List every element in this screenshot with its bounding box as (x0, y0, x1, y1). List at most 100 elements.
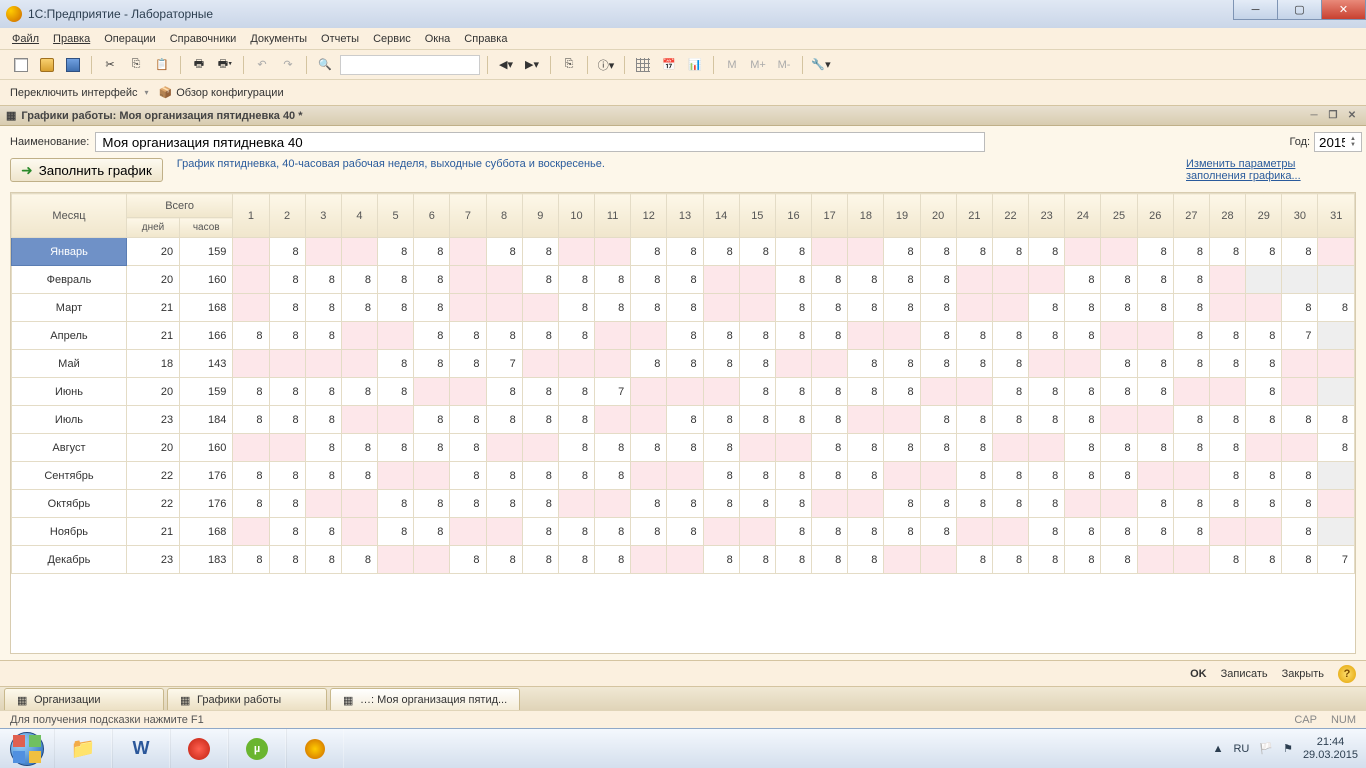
day-cell[interactable]: 8 (1282, 490, 1318, 518)
day-cell[interactable] (848, 322, 884, 350)
clock[interactable]: 21:44 29.03.2015 (1303, 736, 1358, 762)
day-cell[interactable]: 8 (1137, 490, 1173, 518)
day-cell[interactable] (992, 266, 1028, 294)
day-cell[interactable]: 8 (1173, 434, 1209, 462)
day-cell[interactable]: 8 (1101, 518, 1137, 546)
day-cell[interactable] (414, 546, 450, 574)
day-cell[interactable]: 8 (1173, 490, 1209, 518)
task-utorrent[interactable]: µ (228, 729, 286, 768)
day-cell[interactable]: 8 (522, 518, 558, 546)
day-cell[interactable]: 8 (595, 518, 631, 546)
day-cell[interactable]: 8 (1282, 294, 1318, 322)
day-cell[interactable]: 8 (739, 546, 775, 574)
day-cell[interactable] (305, 490, 341, 518)
day-cell[interactable]: 8 (522, 490, 558, 518)
calendar-table[interactable]: Месяц Всего 1234567891011121314151617181… (11, 193, 1355, 574)
day-cell[interactable]: 8 (558, 546, 594, 574)
day-cell[interactable] (1318, 490, 1355, 518)
day-cell[interactable] (558, 490, 594, 518)
day-cell[interactable] (450, 378, 486, 406)
day-cell[interactable] (1209, 266, 1245, 294)
day-cell[interactable] (595, 322, 631, 350)
day-cell[interactable]: 8 (341, 546, 377, 574)
day-cell[interactable]: 8 (558, 434, 594, 462)
day-cell[interactable] (631, 322, 667, 350)
day-cell[interactable]: 8 (1101, 266, 1137, 294)
day-cell[interactable]: 8 (992, 322, 1028, 350)
day-cell[interactable]: 8 (631, 294, 667, 322)
day-cell[interactable]: 8 (848, 434, 884, 462)
day-cell[interactable] (522, 350, 558, 378)
day-cell[interactable]: 8 (848, 518, 884, 546)
day-cell[interactable]: 8 (956, 238, 992, 266)
day-cell[interactable]: 8 (848, 294, 884, 322)
day-cell[interactable]: 8 (631, 266, 667, 294)
day-cell[interactable] (992, 434, 1028, 462)
day-cell[interactable] (1029, 350, 1065, 378)
day-cell[interactable] (739, 518, 775, 546)
day-cell[interactable] (305, 238, 341, 266)
day-cell[interactable] (1101, 322, 1137, 350)
day-cell[interactable]: 8 (233, 406, 269, 434)
day-cell[interactable]: 8 (414, 294, 450, 322)
doc-minimize-button[interactable]: ─ (1306, 109, 1322, 123)
day-cell[interactable] (1101, 238, 1137, 266)
day-cell[interactable] (884, 462, 920, 490)
day-cell[interactable]: 8 (884, 238, 920, 266)
day-cell[interactable] (450, 266, 486, 294)
day-cell[interactable]: 8 (1101, 434, 1137, 462)
day-cell[interactable]: 8 (1029, 238, 1065, 266)
day-cell[interactable]: 8 (1065, 322, 1101, 350)
day-cell[interactable]: 8 (1246, 546, 1282, 574)
day-cell[interactable]: 8 (1209, 322, 1245, 350)
day-cell[interactable]: 8 (920, 518, 956, 546)
day-cell[interactable] (341, 490, 377, 518)
day-cell[interactable] (992, 518, 1028, 546)
day-cell[interactable]: 8 (1101, 462, 1137, 490)
day-cell[interactable] (884, 322, 920, 350)
day-cell[interactable]: 8 (558, 462, 594, 490)
day-cell[interactable]: 8 (1137, 518, 1173, 546)
day-cell[interactable]: 8 (305, 434, 341, 462)
day-cell[interactable]: 8 (1065, 518, 1101, 546)
m-button[interactable]: M (721, 54, 743, 76)
year-spinner[interactable]: ▲▼ (1350, 136, 1356, 148)
day-cell[interactable]: 8 (703, 406, 739, 434)
day-cell[interactable]: 8 (269, 518, 305, 546)
day-cell[interactable] (920, 378, 956, 406)
day-cell[interactable] (341, 322, 377, 350)
save-button[interactable] (62, 54, 84, 76)
day-cell[interactable]: 8 (341, 294, 377, 322)
day-cell[interactable]: 8 (775, 406, 811, 434)
day-cell[interactable] (414, 378, 450, 406)
search-input[interactable] (340, 55, 480, 75)
help-icon[interactable]: ? (1338, 665, 1356, 683)
day-cell[interactable] (1137, 462, 1173, 490)
day-cell[interactable] (595, 350, 631, 378)
task-1c[interactable] (286, 729, 344, 768)
day-cell[interactable]: 8 (414, 406, 450, 434)
day-cell[interactable]: 8 (956, 546, 992, 574)
day-cell[interactable]: 8 (812, 462, 848, 490)
day-cell[interactable]: 8 (848, 378, 884, 406)
open-button[interactable] (36, 54, 58, 76)
day-cell[interactable]: 8 (414, 350, 450, 378)
day-cell[interactable]: 8 (269, 238, 305, 266)
day-cell[interactable]: 8 (233, 490, 269, 518)
day-cell[interactable]: 8 (1101, 350, 1137, 378)
ok-button[interactable]: OK (1190, 668, 1207, 680)
day-cell[interactable]: 8 (1137, 434, 1173, 462)
day-cell[interactable]: 8 (812, 434, 848, 462)
day-cell[interactable] (1209, 294, 1245, 322)
day-cell[interactable]: 8 (305, 406, 341, 434)
day-cell[interactable]: 8 (775, 238, 811, 266)
new-button[interactable] (10, 54, 32, 76)
day-cell[interactable]: 8 (1246, 238, 1282, 266)
day-cell[interactable] (1101, 406, 1137, 434)
day-cell[interactable] (667, 462, 703, 490)
table-row[interactable]: Июнь2015988888888788888888888 (12, 378, 1355, 406)
day-cell[interactable]: 8 (486, 490, 522, 518)
menu-edit[interactable]: Правка (53, 33, 90, 45)
day-cell[interactable] (956, 266, 992, 294)
day-cell[interactable] (1246, 518, 1282, 546)
